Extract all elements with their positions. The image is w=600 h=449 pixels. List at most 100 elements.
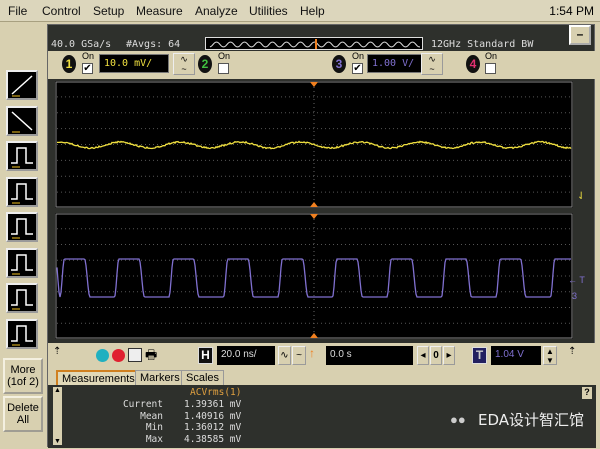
falling-edge-trigger-button[interactable] (6, 106, 38, 136)
menu-analyze[interactable]: Analyze (195, 4, 238, 18)
minimize-button[interactable]: – (569, 25, 591, 45)
horizontal-button[interactable]: H (198, 347, 213, 364)
trigger-position-marker (310, 333, 318, 338)
menu-control[interactable]: Control (42, 4, 81, 18)
trigger-position-marker (310, 202, 318, 207)
ch3-on-label: On (352, 51, 364, 61)
waveform-graticule-bottom[interactable] (55, 213, 573, 339)
channel-2-button[interactable]: 2 (198, 55, 212, 73)
channel-3-button[interactable]: 3 (332, 55, 346, 73)
pulse-width-button[interactable] (6, 141, 38, 171)
ch1-on-label: On (82, 51, 94, 61)
rise-time-button[interactable] (6, 177, 38, 207)
tab-bar: Measurements Markers Scales (48, 369, 596, 386)
tab-measurements[interactable]: Measurements (56, 370, 141, 386)
run-icon[interactable] (96, 349, 109, 362)
bandwidth: 12GHz Standard BW (431, 39, 533, 50)
delay-right-button[interactable]: ▸ (443, 346, 455, 365)
stop-icon[interactable] (112, 349, 125, 362)
menu-measure[interactable]: Measure (136, 4, 183, 18)
clock: 1:54 PM (549, 4, 594, 18)
period-icon (8, 285, 36, 311)
measurement-value: 1.40916 mV (184, 411, 241, 422)
print-icon[interactable]: 🖶 (145, 346, 157, 368)
sample-rate: 40.0 GSa/s (51, 39, 111, 50)
measurement-value: 1.36012 mV (184, 422, 241, 433)
measurement-label: Current (78, 399, 163, 410)
rising-edge-trigger-button[interactable] (6, 70, 38, 100)
duty-cycle-button[interactable] (6, 319, 38, 349)
scope-panel: 40.0 GSa/s #Avgs: 64 12GHz Standard BW –… (47, 24, 595, 447)
watermark: EDA设计智汇馆 (478, 409, 584, 430)
ch1-coupling-button[interactable]: ∿ ~ (173, 53, 195, 75)
help-button[interactable]: ? (582, 387, 592, 399)
scroll-down-icon[interactable]: ▼ (53, 438, 62, 445)
channel-1-button[interactable]: 1 (62, 55, 76, 73)
rising-edge-trigger-icon (8, 72, 36, 98)
measurement-label: Min (78, 422, 163, 433)
delay-reference[interactable]: 0 (430, 346, 442, 365)
scroll-up-icon[interactable]: ▲ (53, 387, 62, 394)
measurement-label: Mean (78, 411, 163, 422)
ch3-coupling-button[interactable]: ∿ ~ (421, 53, 443, 75)
timebase-coarse-button[interactable]: ~ (292, 346, 306, 365)
single-icon[interactable] (128, 348, 142, 362)
fall-time-icon (8, 214, 36, 240)
menu-setup[interactable]: Setup (93, 4, 124, 18)
waveform-graticule-top[interactable] (55, 81, 573, 208)
ch1-ground-marker[interactable]: ⇃ (577, 191, 585, 202)
more-sublabel: (1of 2) (7, 376, 39, 388)
tab-markers[interactable]: Markers (135, 370, 185, 386)
measurement-label: Max (78, 434, 163, 445)
delay-field[interactable]: 0.0 s (326, 346, 413, 365)
pulse-width-icon (8, 143, 36, 169)
trigger-level-marker[interactable]: ← T (568, 275, 585, 285)
rise-time-icon (8, 179, 36, 205)
ch1-scale[interactable]: 10.0 mV/ (99, 54, 169, 73)
ch3-on-checkbox[interactable]: ✔ (352, 63, 363, 74)
scroll-up-arrow-icon[interactable]: ⇡ (53, 346, 61, 357)
overshoot-icon (8, 250, 36, 276)
delay-marker-icon: ↑ (309, 346, 315, 360)
trigger-level-field[interactable]: 1.04 V (491, 346, 541, 365)
trigger-position-marker (310, 82, 318, 87)
scroll-up-right-icon[interactable]: ⇡ (568, 346, 576, 357)
fall-time-button[interactable] (6, 212, 38, 242)
falling-edge-trigger-icon (8, 108, 36, 134)
menu-file[interactable]: File (8, 4, 27, 18)
period-button[interactable] (6, 283, 38, 313)
more-button[interactable]: More (1of 2) (3, 358, 43, 394)
measurement-panel: ▲ ▼ ACVrms(1) Current 1.39361 mV Mean 1.409… (48, 385, 596, 448)
tab-scales[interactable]: Scales (181, 370, 224, 386)
delete-label: Delete (7, 402, 39, 414)
ch4-on-checkbox[interactable] (485, 63, 496, 74)
averages: #Avgs: 64 (126, 39, 180, 50)
ch2-on-checkbox[interactable] (218, 63, 229, 74)
bottom-control-row: ⇡ 🖶 H 20.0 ns/ ∿ ~ ↑ 0.0 s ◂ 0 ▸ T 1.04 … (48, 343, 596, 369)
wechat-logo-icon: ●● (450, 412, 466, 427)
measurement-value: 4.38585 mV (184, 434, 241, 445)
measurement-scrollbar[interactable]: ▲ ▼ (53, 387, 62, 445)
measurement-value: 1.39361 mV (184, 399, 241, 410)
timebase-field[interactable]: 20.0 ns/ (217, 346, 275, 365)
trigger-level-stepper[interactable]: ▲ ▼ (543, 346, 557, 365)
overshoot-button[interactable] (6, 248, 38, 278)
left-toolbar: More (1of 2) Delete All (0, 22, 48, 449)
measurement-title: ACVrms(1) (190, 387, 241, 398)
delete-all-button[interactable]: Delete All (3, 396, 43, 432)
trigger-position-marker (310, 214, 318, 219)
delay-left-button[interactable]: ◂ (417, 346, 429, 365)
timebase-fine-button[interactable]: ∿ (278, 346, 291, 365)
menu-help[interactable]: Help (300, 4, 325, 18)
channel-row: 1 On ✔ 10.0 mV/ ∿ ~ 2 On 3 On ✔ 1.00 V/ ∿… (48, 51, 596, 79)
ch3-ground-marker[interactable]: 3 (572, 291, 577, 301)
channel-4-button[interactable]: 4 (466, 55, 480, 73)
delete-sublabel: All (17, 414, 29, 426)
menu-utilities[interactable]: Utilities (249, 4, 288, 18)
ch1-on-checkbox[interactable]: ✔ (82, 63, 93, 74)
ch2-on-label: On (218, 51, 230, 61)
duty-cycle-icon (8, 321, 36, 347)
trigger-button[interactable]: T (472, 347, 487, 364)
memory-bar[interactable] (205, 37, 423, 50)
menu-bar: File Control Setup Measure Analyze Utili… (0, 0, 600, 22)
